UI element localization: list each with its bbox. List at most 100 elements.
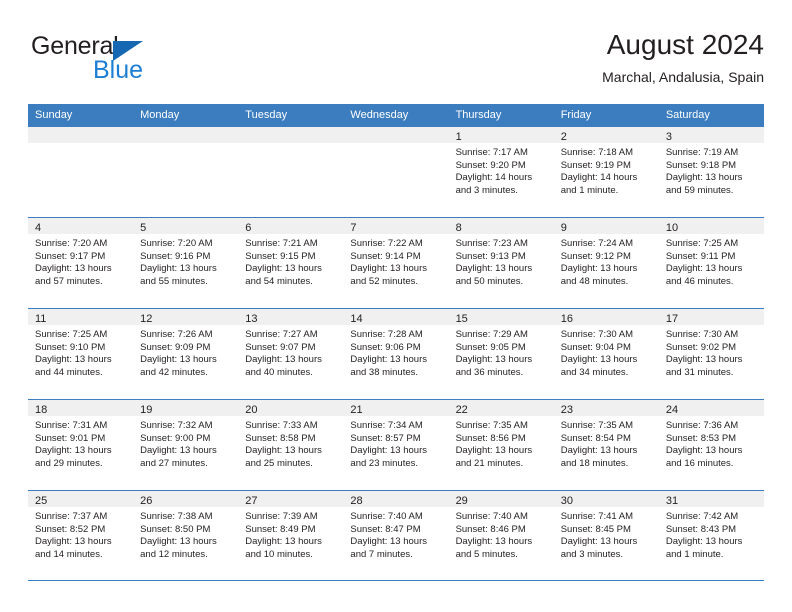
day-details: Sunrise: 7:29 AM Sunset: 9:05 PM Daylight:… [449, 325, 554, 379]
calendar-week-row: 25 Sunrise: 7:37 AM Sunset: 8:52 PM Dayligh… [28, 490, 764, 581]
day-number-band: 4 [28, 218, 134, 234]
day-number-band: 24 [658, 400, 764, 416]
calendar-day-cell[interactable]: 13 Sunrise: 7:27 AM Sunset: 9:07 PM Dayligh… [238, 309, 344, 399]
calendar-day-cell[interactable]: 18 Sunrise: 7:31 AM Sunset: 9:01 PM Dayligh… [28, 400, 134, 490]
daylight-text: Daylight: 13 hours and 54 minutes. [245, 263, 322, 287]
calendar-day-cell[interactable]: 14 Sunrise: 7:28 AM Sunset: 9:06 PM Dayligh… [343, 309, 449, 399]
sunset-text: Sunset: 8:56 PM [455, 432, 526, 444]
day-number: 24 [665, 404, 679, 416]
daylight-text: Daylight: 13 hours and 59 minutes. [665, 172, 743, 196]
day-number-band: 20 [238, 400, 344, 416]
calendar-day-cell[interactable]: 9 Sunrise: 7:24 AM Sunset: 9:12 PM Daylight… [553, 218, 659, 308]
calendar-day-cell[interactable]: 15 Sunrise: 7:29 AM Sunset: 9:05 PM Dayligh… [448, 309, 554, 399]
day-number: 15 [455, 313, 468, 325]
day-number: 21 [350, 404, 363, 416]
calendar-day-cell[interactable]: 30 Sunrise: 7:41 AM Sunset: 8:45 PM Dayligh… [553, 491, 659, 580]
calendar-week-row: 11 Sunrise: 7:25 AM Sunset: 9:10 PM Dayligh… [28, 308, 764, 399]
day-details: Sunrise: 7:21 AM Sunset: 9:15 PM Daylight:… [238, 234, 343, 288]
calendar-day-cell[interactable]: 23 Sunrise: 7:35 AM Sunset: 8:54 PM Dayligh… [553, 400, 659, 490]
day-number-band: 15 [448, 309, 554, 325]
calendar-day-cell[interactable]: 29 Sunrise: 7:40 AM Sunset: 8:46 PM Dayligh… [448, 491, 554, 580]
daylight-text: Daylight: 13 hours and 27 minutes. [140, 445, 217, 469]
day-details: Sunrise: 7:33 AM Sunset: 8:58 PM Daylight:… [238, 416, 343, 470]
day-details: Sunrise: 7:36 AM Sunset: 8:53 PM Daylight:… [659, 416, 764, 470]
calendar-day-cell[interactable]: 16 Sunrise: 7:30 AM Sunset: 9:04 PM Dayligh… [553, 309, 659, 399]
calendar-day-cell[interactable]: 10 Sunrise: 7:25 AM Sunset: 9:11 PM Dayligh… [658, 218, 764, 308]
sunset-text: Sunset: 8:54 PM [560, 432, 631, 444]
calendar-day-cell[interactable]: 26 Sunrise: 7:38 AM Sunset: 8:50 PM Dayligh… [133, 491, 239, 580]
daylight-text: Daylight: 13 hours and 50 minutes. [455, 263, 533, 287]
calendar-day-cell[interactable]: 21 Sunrise: 7:34 AM Sunset: 8:57 PM Dayligh… [343, 400, 449, 490]
calendar-day-cell-empty [343, 127, 449, 217]
day-number-band: 26 [133, 491, 239, 507]
day-number: 8 [455, 222, 462, 234]
day-number: 19 [140, 404, 153, 416]
day-number-band: 13 [238, 309, 344, 325]
daylight-text: Daylight: 13 hours and 46 minutes. [665, 263, 743, 287]
sunset-text: Sunset: 9:02 PM [665, 341, 737, 353]
day-number: 10 [665, 222, 679, 234]
sunset-text: Sunset: 8:45 PM [560, 523, 631, 535]
day-number: 16 [560, 313, 573, 325]
calendar-day-cell[interactable]: 24 Sunrise: 7:36 AM Sunset: 8:53 PM Dayligh… [658, 400, 764, 490]
daylight-text: Daylight: 13 hours and 1 minute. [665, 536, 743, 560]
day-number: 23 [560, 404, 573, 416]
day-number: 14 [350, 313, 363, 325]
calendar-day-cell[interactable]: 8 Sunrise: 7:23 AM Sunset: 9:13 PM Daylight… [448, 218, 554, 308]
day-number-band: 7 [343, 218, 449, 234]
day-number-band: 22 [448, 400, 554, 416]
sunrise-text: Sunrise: 7:39 AM [245, 511, 318, 522]
calendar-day-cell[interactable]: 25 Sunrise: 7:37 AM Sunset: 8:52 PM Dayligh… [28, 491, 134, 580]
calendar-day-cell[interactable]: 17 Sunrise: 7:30 AM Sunset: 9:02 PM Dayligh… [658, 309, 764, 399]
calendar-day-cell[interactable]: 12 Sunrise: 7:26 AM Sunset: 9:09 PM Dayligh… [133, 309, 239, 399]
calendar-day-cell[interactable]: 1 Sunrise: 7:17 AM Sunset: 9:20 PM Daylight… [448, 127, 554, 217]
calendar-week-row: 4 Sunrise: 7:20 AM Sunset: 9:17 PM Daylight… [28, 217, 764, 308]
sunrise-text: Sunrise: 7:31 AM [35, 420, 108, 431]
calendar-day-cell[interactable]: 20 Sunrise: 7:33 AM Sunset: 8:58 PM Dayligh… [238, 400, 344, 490]
weekday-header-saturday: Saturday [665, 109, 710, 121]
sunrise-text: Sunrise: 7:32 AM [140, 420, 213, 431]
day-details: Sunrise: 7:41 AM Sunset: 8:45 PM Daylight:… [554, 507, 659, 561]
sunset-text: Sunset: 9:20 PM [455, 159, 526, 171]
sunset-text: Sunset: 9:14 PM [350, 250, 421, 262]
calendar-day-cell[interactable]: 11 Sunrise: 7:25 AM Sunset: 9:10 PM Dayligh… [28, 309, 134, 399]
sunset-text: Sunset: 9:12 PM [560, 250, 631, 262]
calendar-weeks: 1 Sunrise: 7:17 AM Sunset: 9:20 PM Daylight… [28, 126, 764, 581]
calendar-day-cell[interactable]: 31 Sunrise: 7:42 AM Sunset: 8:43 PM Dayligh… [658, 491, 764, 580]
calendar-day-cell[interactable]: 4 Sunrise: 7:20 AM Sunset: 9:17 PM Daylight… [28, 218, 134, 308]
calendar-day-cell[interactable]: 28 Sunrise: 7:40 AM Sunset: 8:47 PM Dayligh… [343, 491, 449, 580]
day-details: Sunrise: 7:28 AM Sunset: 9:06 PM Daylight:… [343, 325, 448, 379]
weekday-header-monday: Monday [140, 109, 180, 121]
day-details: Sunrise: 7:37 AM Sunset: 8:52 PM Daylight:… [28, 507, 133, 561]
general-blue-logo[interactable]: General Blue [31, 33, 231, 89]
calendar-day-cell[interactable]: 22 Sunrise: 7:35 AM Sunset: 8:56 PM Dayligh… [448, 400, 554, 490]
sunset-text: Sunset: 9:16 PM [140, 250, 211, 262]
calendar-day-cell[interactable]: 27 Sunrise: 7:39 AM Sunset: 8:49 PM Dayligh… [238, 491, 344, 580]
day-details: Sunrise: 7:18 AM Sunset: 9:19 PM Daylight:… [554, 143, 659, 197]
day-number-band: 28 [343, 491, 449, 507]
day-details: Sunrise: 7:25 AM Sunset: 9:10 PM Daylight:… [28, 325, 133, 379]
sunrise-text: Sunrise: 7:25 AM [35, 329, 108, 340]
sunrise-text: Sunrise: 7:25 AM [665, 238, 739, 249]
daylight-text: Daylight: 13 hours and 38 minutes. [350, 354, 427, 378]
day-details: Sunrise: 7:17 AM Sunset: 9:20 PM Daylight:… [449, 143, 554, 197]
calendar-day-cell[interactable]: 3 Sunrise: 7:19 AM Sunset: 9:18 PM Daylight… [658, 127, 764, 217]
day-number-band: 23 [553, 400, 659, 416]
sunset-text: Sunset: 8:53 PM [665, 432, 737, 444]
daylight-text: Daylight: 13 hours and 25 minutes. [245, 445, 322, 469]
calendar-day-cell[interactable]: 5 Sunrise: 7:20 AM Sunset: 9:16 PM Daylight… [133, 218, 239, 308]
calendar-day-cell[interactable]: 7 Sunrise: 7:22 AM Sunset: 9:14 PM Daylight… [343, 218, 449, 308]
day-number-band: 14 [343, 309, 449, 325]
day-number-band: 6 [238, 218, 344, 234]
calendar-day-cell[interactable]: 6 Sunrise: 7:21 AM Sunset: 9:15 PM Daylight… [238, 218, 344, 308]
day-number: 27 [245, 495, 258, 507]
calendar-day-cell[interactable]: 2 Sunrise: 7:18 AM Sunset: 9:19 PM Daylight… [553, 127, 659, 217]
day-number-band [28, 127, 134, 143]
daylight-text: Daylight: 13 hours and 52 minutes. [350, 263, 427, 287]
day-number-band: 27 [238, 491, 344, 507]
day-number-band: 31 [658, 491, 764, 507]
calendar-week-row: 18 Sunrise: 7:31 AM Sunset: 9:01 PM Dayligh… [28, 399, 764, 490]
calendar-day-cell[interactable]: 19 Sunrise: 7:32 AM Sunset: 9:00 PM Dayligh… [133, 400, 239, 490]
day-number: 25 [35, 495, 48, 507]
sunrise-text: Sunrise: 7:34 AM [350, 420, 423, 431]
